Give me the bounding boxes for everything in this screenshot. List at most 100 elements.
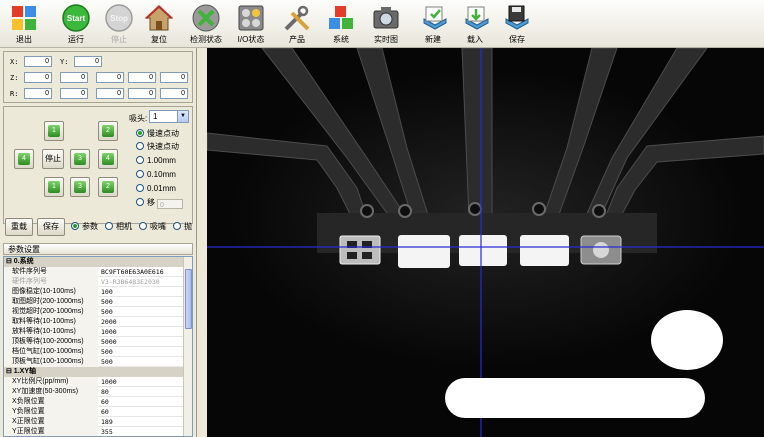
- jog-up-button[interactable]: 1: [44, 121, 64, 141]
- camera-live-view[interactable]: [207, 48, 764, 437]
- save-params-button[interactable]: 保存: [37, 218, 65, 236]
- mode-radio-nozzle[interactable]: 吸嘴: [139, 222, 166, 232]
- new-button[interactable]: 新建: [420, 3, 447, 47]
- param-row[interactable]: 软件序列号 BC9FT60E63A0E616: [4, 267, 184, 277]
- jog-left-button[interactable]: 4: [14, 149, 34, 169]
- exit-button[interactable]: 退出: [6, 3, 42, 47]
- param-row[interactable]: Y正限位置 355: [4, 427, 184, 436]
- jog-up2-button[interactable]: 2: [98, 121, 118, 141]
- arrow-up-icon: 2: [102, 125, 114, 137]
- param-category-row[interactable]: ⊟ 0.系统: [4, 257, 184, 267]
- speed-radio-fast[interactable]: 快速点动: [136, 142, 179, 152]
- speed-radio-slow[interactable]: 慢速点动: [136, 129, 179, 139]
- mode-radio-throw[interactable]: 抛: [173, 222, 192, 232]
- detect-status-button[interactable]: 检测状态: [186, 3, 226, 47]
- scroll-thumb[interactable]: [185, 269, 192, 329]
- io-status-button[interactable]: I/O状态: [234, 3, 268, 47]
- param-row[interactable]: 视觉超时(200-1000ms) 500: [4, 307, 184, 317]
- param-key: 顶板等待(100-2000ms): [4, 337, 98, 347]
- param-value[interactable]: 1000: [98, 327, 184, 337]
- z-field-2[interactable]: 0: [60, 72, 88, 83]
- param-value[interactable]: 2000: [98, 317, 184, 327]
- radio-dot: [173, 222, 181, 230]
- r-field-2[interactable]: 0: [60, 88, 88, 99]
- live-image-button[interactable]: 实时图: [370, 3, 402, 47]
- param-row[interactable]: 顶板等待(100-2000ms) 5000: [4, 337, 184, 347]
- start-badge: Start: [67, 14, 86, 23]
- speed-label: 0.01mm: [147, 184, 176, 193]
- jog-rotate-left-button[interactable]: 4: [98, 149, 118, 169]
- param-row[interactable]: 档位气缸(100-1000ms) 500: [4, 347, 184, 357]
- reset-button[interactable]: 复位: [144, 3, 174, 47]
- z-field-5[interactable]: 0: [160, 72, 188, 83]
- param-value[interactable]: BC9FT60E63A0E616: [98, 267, 184, 277]
- param-value[interactable]: 189: [98, 417, 184, 427]
- param-category-row[interactable]: ⊟ 1.XY轴: [4, 367, 184, 377]
- jog-down-right-button[interactable]: 3: [70, 177, 90, 197]
- param-value[interactable]: 500: [98, 307, 184, 317]
- r-field-3[interactable]: 0: [96, 88, 124, 99]
- speed-radio-0-1mm[interactable]: 0.10mm: [136, 170, 176, 180]
- param-row[interactable]: 图像稳定(10-100ms) 100: [4, 287, 184, 297]
- jog-stop-button[interactable]: 停止: [42, 149, 64, 169]
- param-row[interactable]: 取料等待(10-100ms) 2000: [4, 317, 184, 327]
- param-value[interactable]: 1000: [98, 377, 184, 387]
- param-value[interactable]: 60: [98, 407, 184, 417]
- param-value[interactable]: 500: [98, 297, 184, 307]
- chevron-down-icon[interactable]: ▼: [177, 111, 188, 122]
- param-value[interactable]: 500: [98, 357, 184, 367]
- load-button[interactable]: 载入: [462, 3, 489, 47]
- z-label: Z:: [10, 74, 19, 82]
- param-value[interactable]: 355: [98, 427, 184, 436]
- z-field-1[interactable]: 0: [24, 72, 52, 83]
- mode-radio-camera[interactable]: 相机: [105, 222, 132, 232]
- jog-right-button[interactable]: 3: [70, 149, 90, 169]
- param-row[interactable]: 放料等待(10-100ms) 1000: [4, 327, 184, 337]
- exit-icon: [12, 6, 36, 30]
- param-row[interactable]: X负限位置 60: [4, 397, 184, 407]
- param-value[interactable]: 500: [98, 347, 184, 357]
- system-label: 系统: [333, 35, 349, 44]
- z-field-4[interactable]: 0: [128, 72, 156, 83]
- params-property-grid[interactable]: Y正限位置 355 X正限位置 189 Y负限位置 60 X负限位置 60 XY加速度(50-3…: [3, 256, 193, 437]
- param-category-label: ⊟ 0.系统: [4, 257, 184, 267]
- r-field-5[interactable]: 0: [160, 88, 188, 99]
- x-field[interactable]: 0: [24, 56, 52, 67]
- speed-radio-1mm[interactable]: 1.00mm: [136, 156, 176, 166]
- reload-button[interactable]: 重载: [5, 218, 33, 236]
- radio-dot: [105, 222, 113, 230]
- r-field-1[interactable]: 0: [24, 88, 52, 99]
- param-row[interactable]: XY比例尺(pp/mm) 1000: [4, 377, 184, 387]
- head-select[interactable]: 1 ▼: [149, 110, 189, 123]
- mode-label: 参数: [82, 222, 98, 231]
- product-button[interactable]: 产品: [282, 3, 312, 47]
- jog-down-button[interactable]: 1: [44, 177, 64, 197]
- speed-radio-0-01mm[interactable]: 0.01mm: [136, 184, 176, 194]
- system-button[interactable]: 系统: [326, 3, 356, 47]
- param-value[interactable]: V3-R3B6483E2030: [98, 277, 184, 287]
- radio-dot: [139, 222, 147, 230]
- mode-label: 抛: [184, 222, 192, 231]
- param-row[interactable]: 取图超时(200-1000ms) 500: [4, 297, 184, 307]
- stop-toolbar-button[interactable]: Stop 停止: [102, 3, 136, 47]
- mode-radio-params[interactable]: 参数: [71, 222, 98, 232]
- save-toolbar-button[interactable]: 保存: [502, 3, 532, 47]
- custom-distance-field[interactable]: 0: [157, 199, 183, 209]
- param-value[interactable]: 60: [98, 397, 184, 407]
- start-button[interactable]: Start 运行: [60, 3, 92, 47]
- param-row[interactable]: 硬件序列号 V3-R3B6483E2030: [4, 277, 184, 287]
- params-scrollbar[interactable]: [183, 257, 192, 436]
- speed-radio-custom[interactable]: 移0: [136, 198, 183, 209]
- param-value[interactable]: 100: [98, 287, 184, 297]
- param-row[interactable]: X正限位置 189: [4, 417, 184, 427]
- param-row[interactable]: Y负限位置 60: [4, 407, 184, 417]
- jog-down2-button[interactable]: 2: [98, 177, 118, 197]
- param-row[interactable]: 顶板气缸(100-1000ms) 500: [4, 357, 184, 367]
- param-row[interactable]: XY加速度(50-300ms) 80: [4, 387, 184, 397]
- z-field-3[interactable]: 0: [96, 72, 124, 83]
- r-label: R:: [10, 90, 19, 98]
- r-field-4[interactable]: 0: [128, 88, 156, 99]
- param-value[interactable]: 5000: [98, 337, 184, 347]
- y-field[interactable]: 0: [74, 56, 102, 67]
- param-value[interactable]: 80: [98, 387, 184, 397]
